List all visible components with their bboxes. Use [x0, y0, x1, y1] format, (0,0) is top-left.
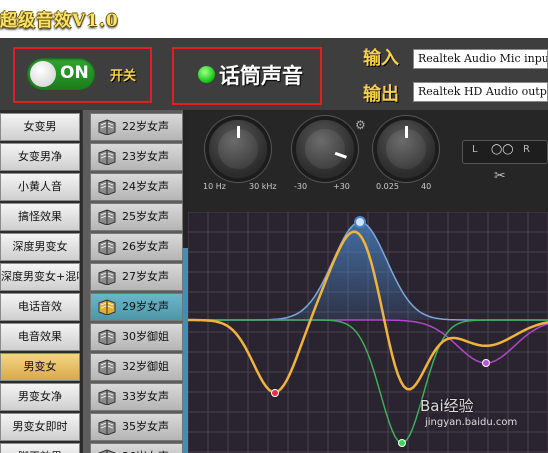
- preset-item[interactable]: 女变男: [0, 113, 80, 141]
- preset-item[interactable]: 深度男变女: [0, 233, 80, 261]
- voice-item-label: 25岁女声: [122, 210, 169, 223]
- preset-item[interactable]: 深度男变女+混响: [0, 263, 80, 291]
- voice-item-label: 27岁女声: [122, 270, 169, 283]
- power-switch-label: ON: [60, 63, 89, 83]
- mic-toggle-label[interactable]: 话筒声音: [219, 60, 303, 90]
- voice-item-label: 33岁女声: [122, 390, 169, 403]
- eq-band-1-handle[interactable]: [354, 216, 366, 228]
- input-device-field[interactable]: Realtek Audio Mic input: [413, 49, 548, 69]
- q-knob[interactable]: [377, 120, 435, 178]
- book-icon: [98, 149, 116, 166]
- voice-item[interactable]: 35岁女声: [90, 413, 183, 441]
- gain-knob-cap: [305, 129, 345, 169]
- frequency-max-label: 30 kHz: [249, 182, 277, 191]
- preset-item[interactable]: 电音效果: [0, 323, 80, 351]
- voice-item-label: 35岁女声: [122, 420, 169, 433]
- gain-min-label: -30: [294, 182, 308, 191]
- voice-item[interactable]: 27岁女声: [90, 263, 183, 291]
- preset-item[interactable]: 女变男净: [0, 143, 80, 171]
- led-icon: [198, 66, 215, 83]
- channel-link-button[interactable]: ◯◯: [491, 144, 513, 155]
- voice-item[interactable]: 25岁女声: [90, 203, 183, 231]
- voice-item-label: 32岁御姐: [122, 360, 169, 373]
- book-icon: [98, 299, 116, 316]
- input-label: 输入: [363, 48, 399, 69]
- watermark-brand: Bai经验: [420, 397, 474, 415]
- book-icon: [98, 389, 116, 406]
- preset-item[interactable]: 男变女净: [0, 383, 80, 411]
- book-icon: [98, 329, 116, 346]
- power-caption: 开关: [110, 69, 137, 84]
- output-device-field[interactable]: Realtek HD Audio output: [413, 82, 548, 102]
- book-icon: [98, 449, 116, 453]
- channel-right-button[interactable]: R: [523, 144, 530, 155]
- voice-item[interactable]: 23岁女声: [90, 143, 183, 171]
- preset-item[interactable]: 脚正效果: [0, 443, 80, 453]
- voice-item[interactable]: 29岁女声: [90, 293, 183, 321]
- voice-item-label: 29岁女声: [122, 300, 169, 313]
- book-icon: [98, 119, 116, 136]
- voice-item-label: 30岁御姐: [122, 330, 169, 343]
- voice-item[interactable]: 30岁御姐: [90, 323, 183, 351]
- preset-item[interactable]: 搞怪效果: [0, 203, 80, 231]
- voice-item[interactable]: 36岁女声: [90, 443, 183, 453]
- preset-item[interactable]: 男变女: [0, 353, 80, 381]
- frequency-knob-pointer: [237, 126, 240, 138]
- voice-item-label: 22岁女声: [122, 120, 169, 133]
- gear-icon[interactable]: ⚙: [355, 118, 366, 132]
- gain-max-label: +30: [333, 182, 350, 191]
- voice-item[interactable]: 26岁女声: [90, 233, 183, 261]
- voice-item[interactable]: 32岁御姐: [90, 353, 183, 381]
- app-title: 超级音效V1.0: [0, 11, 119, 31]
- voice-item[interactable]: 22岁女声: [90, 113, 183, 141]
- title-bar: 超级音效V1.0: [0, 0, 548, 38]
- channel-selector: L ◯◯ R: [462, 140, 548, 164]
- voice-item[interactable]: 24岁女声: [90, 173, 183, 201]
- book-icon: [98, 419, 116, 436]
- book-icon: [98, 359, 116, 376]
- eq-band-2-handle[interactable]: [271, 389, 279, 397]
- channel-left-button[interactable]: L: [472, 144, 478, 155]
- frequency-knob[interactable]: [209, 120, 267, 178]
- voice-item-label: 24岁女声: [122, 180, 169, 193]
- eq-band-3-handle[interactable]: [398, 439, 406, 447]
- book-icon: [98, 209, 116, 226]
- voice-item-label: 23岁女声: [122, 150, 169, 163]
- power-toggle-icon: [30, 61, 56, 87]
- frequency-min-label: 10 Hz: [203, 182, 226, 191]
- book-icon: [98, 179, 116, 196]
- power-toggle[interactable]: ON: [27, 58, 95, 90]
- gain-knob[interactable]: [296, 120, 354, 178]
- q-knob-pointer: [405, 126, 408, 138]
- voice-item[interactable]: 33岁女声: [90, 383, 183, 411]
- output-label: 输出: [363, 84, 399, 105]
- preset-item[interactable]: 电话音效: [0, 293, 80, 321]
- q-max-label: 40: [421, 182, 432, 191]
- watermark-url: jingyan.baidu.com: [425, 417, 518, 428]
- app-window: 超级音效V1.0 ON 开关 话筒声音 输入 Realtek Audio Mic…: [0, 0, 548, 453]
- preset-item[interactable]: 小黄人音: [0, 173, 80, 201]
- book-icon: [98, 239, 116, 256]
- scissors-icon[interactable]: ✂: [494, 168, 506, 184]
- eq-band-4-handle[interactable]: [482, 359, 490, 367]
- preset-item[interactable]: 男变女即时: [0, 413, 80, 441]
- voice-item-label: 26岁女声: [122, 240, 169, 253]
- q-min-label: 0.025: [376, 182, 399, 191]
- book-icon: [98, 269, 116, 286]
